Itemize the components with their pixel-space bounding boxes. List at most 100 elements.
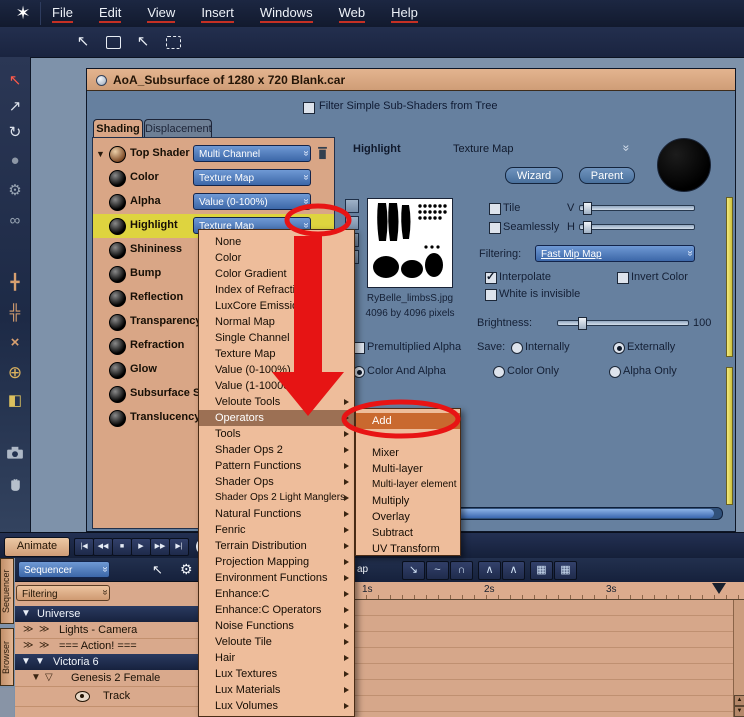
menu-item[interactable]: Normal Map	[199, 314, 354, 330]
submenu-item[interactable]: Multi-layer element	[356, 477, 460, 493]
shader-type-dropdown[interactable]: Multi Channel	[193, 145, 311, 162]
play-button[interactable]: ▶	[131, 538, 151, 556]
eye-visibility-icon[interactable]	[75, 691, 90, 702]
sequencer-mode-dropdown[interactable]: Sequencer	[18, 561, 110, 578]
link-tool-icon[interactable]: ∞	[3, 210, 27, 232]
submenu-item[interactable]: Multiply	[356, 493, 460, 509]
interpolate-checkbox[interactable]	[485, 270, 497, 284]
go-end-button[interactable]: ▶|	[169, 538, 189, 556]
timeline-tracks[interactable]	[355, 600, 733, 717]
menu-item[interactable]: Environment Functions	[199, 570, 354, 586]
menu-item[interactable]: Value (0-100%)	[199, 362, 354, 378]
rotate-gizmo-icon[interactable]: ╬	[3, 302, 27, 324]
stop-button[interactable]: ■	[112, 538, 132, 556]
key-prev-icon[interactable]: ∧	[478, 561, 501, 580]
brightness-slider-thumb[interactable]	[578, 317, 587, 330]
filtering-dropdown-bottom[interactable]: Filtering	[16, 585, 110, 601]
menu-item[interactable]: Shader Ops 2	[199, 442, 354, 458]
menu-item[interactable]: Color	[199, 250, 354, 266]
right-vertical-scrollbar[interactable]	[726, 197, 733, 357]
timeline-scrollbar[interactable]: ▲ ▼	[733, 600, 744, 717]
step-back-button[interactable]: ◀◀	[93, 538, 113, 556]
timeline-ruler[interactable]: 1s 2s 3s	[355, 582, 744, 600]
window-titlebar[interactable]: AoA_Subsurface of 1280 x 720 Blank.car	[87, 69, 735, 91]
menu-item[interactable]: Veloute Tools	[199, 394, 354, 410]
animate-button[interactable]: Animate	[4, 537, 70, 557]
disclosure-triangle-icon[interactable]: ▼	[96, 149, 105, 159]
triangle-down-icon[interactable]: ▼	[21, 654, 31, 670]
menu-item[interactable]: Enhance:C	[199, 586, 354, 602]
tab-shading[interactable]: Shading	[93, 119, 143, 137]
transform-tool-icon[interactable]: ↗	[3, 96, 27, 118]
hand-tool-icon[interactable]	[3, 477, 27, 499]
menu-item[interactable]: Terrain Distribution	[199, 538, 354, 554]
menu-item-operators[interactable]: Operators	[199, 410, 354, 426]
menu-item[interactable]: Fenric	[199, 522, 354, 538]
menu-item[interactable]: Value (1-10000%)	[199, 378, 354, 394]
translate-gizmo-icon[interactable]: ╋	[3, 272, 27, 294]
submenu-item[interactable]: Multi-layer	[356, 461, 460, 477]
wizard-button[interactable]: Wizard	[505, 167, 563, 184]
h-slider[interactable]	[579, 221, 695, 234]
shader-type-dropdown[interactable]: Value (0-100%)	[193, 193, 311, 210]
expand-chevron-icon[interactable]: ≫	[39, 622, 49, 638]
sphere-map-tool-icon[interactable]: ⊕	[3, 362, 27, 384]
color-only-radio[interactable]	[493, 366, 505, 378]
menu-item[interactable]: Lux Textures	[199, 666, 354, 682]
menu-item[interactable]: Single Channel	[199, 330, 354, 346]
menu-item[interactable]: Veloute Tile	[199, 634, 354, 650]
triangle-down-icon[interactable]: ▼	[35, 654, 45, 670]
shader-type-dropdown[interactable]: Texture Map	[193, 169, 311, 186]
seamlessly-checkbox[interactable]	[489, 222, 501, 234]
tween-bezier-icon[interactable]: ∩	[450, 561, 473, 580]
menu-item[interactable]: Natural Functions	[199, 506, 354, 522]
submenu-item-obscured[interactable]	[356, 429, 460, 445]
submenu-item[interactable]: UV Transform	[356, 541, 460, 557]
menu-item[interactable]: None	[199, 234, 354, 250]
scroll-down-button[interactable]: ▼	[734, 706, 744, 717]
tab-sequencer-vertical[interactable]: Sequencer	[0, 558, 14, 624]
texture-thumbnail[interactable]	[367, 198, 453, 288]
tween-smooth-icon[interactable]: ~	[426, 561, 449, 580]
lasso-tool-icon[interactable]: ↖	[132, 31, 154, 53]
filter-subshaders-checkbox[interactable]	[303, 102, 315, 114]
tween-linear-icon[interactable]: ↘	[402, 561, 425, 580]
h-slider-thumb[interactable]	[583, 221, 592, 234]
frame-range-icon[interactable]: ▦	[554, 561, 577, 580]
window-menu-button[interactable]	[96, 75, 107, 86]
menu-item[interactable]: Color Gradient	[199, 266, 354, 282]
triangle-down-icon[interactable]: ▼	[31, 670, 41, 686]
invert-color-checkbox[interactable]	[617, 272, 629, 284]
expand-chevron-icon[interactable]: ≫	[39, 638, 49, 654]
menu-item[interactable]: Hair	[199, 650, 354, 666]
submenu-item[interactable]: Mixer	[356, 445, 460, 461]
texture-reload-button[interactable]	[345, 216, 359, 230]
save-externally-radio[interactable]	[613, 342, 625, 354]
grid-snap-icon[interactable]: ▦	[530, 561, 553, 580]
pointer-tool-icon[interactable]: ↖	[72, 31, 94, 53]
menu-file[interactable]: File	[52, 5, 73, 23]
triangle-down-icon[interactable]: ▼	[21, 606, 31, 622]
submenu-item[interactable]: Subtract	[356, 525, 460, 541]
parent-button[interactable]: Parent	[579, 167, 635, 184]
cursor-icon[interactable]: ↖	[152, 562, 163, 578]
menu-help[interactable]: Help	[391, 5, 418, 23]
shader-row-alpha[interactable]: Alpha Value (0-100%)	[93, 190, 334, 214]
alpha-only-radio[interactable]	[609, 366, 621, 378]
v-slider[interactable]	[579, 202, 695, 215]
menu-item[interactable]: Projection Mapping	[199, 554, 354, 570]
select-tool-icon[interactable]: ↖	[3, 70, 27, 92]
scale-gizmo-icon[interactable]: ×	[3, 332, 27, 354]
scale-tool-icon[interactable]: ●	[3, 150, 27, 172]
white-invisible-checkbox[interactable]	[485, 289, 497, 301]
menu-item[interactable]: Enhance:C Operators	[199, 602, 354, 618]
wrench-tool-icon[interactable]: ⚙	[3, 180, 27, 202]
menu-item[interactable]: Texture Map	[199, 346, 354, 362]
panel-collapse-chevron-icon[interactable]: »	[619, 145, 633, 152]
trash-icon[interactable]	[317, 146, 328, 165]
key-next-icon[interactable]: ∧	[502, 561, 525, 580]
submenu-item-add[interactable]: Add	[356, 413, 460, 429]
shader-preview-sphere[interactable]	[657, 138, 711, 192]
tab-browser-vertical[interactable]: Browser	[0, 628, 14, 686]
menu-windows[interactable]: Windows	[259, 5, 313, 23]
